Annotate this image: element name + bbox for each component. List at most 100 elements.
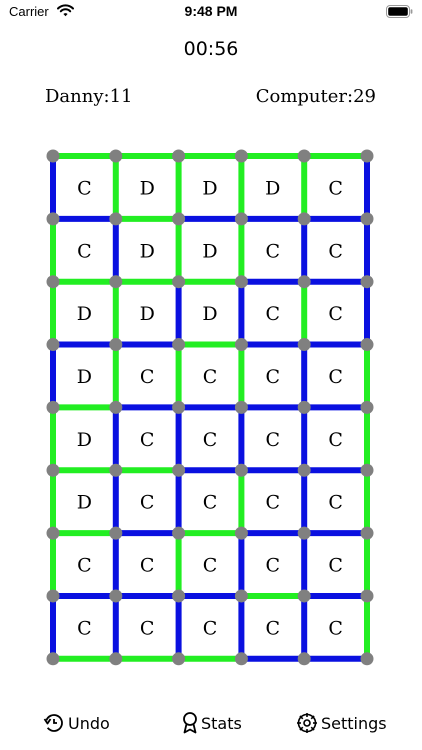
grid-dot <box>360 652 374 666</box>
box-owner-4-1: C <box>140 429 155 451</box>
grid-dot <box>360 589 374 603</box>
box-owner-6-0: C <box>77 555 92 577</box>
box-owner-5-2: C <box>203 492 218 514</box>
grid-dot <box>360 212 374 226</box>
box-owner-1-1: D <box>140 240 155 262</box>
grid-dot <box>234 400 248 414</box>
grid-dot <box>234 652 248 666</box>
grid-dot <box>172 400 186 414</box>
grid-dot <box>360 463 374 477</box>
box-owner-5-0: D <box>77 492 92 514</box>
box-owner-2-4: C <box>328 303 343 325</box>
grid-dot <box>109 149 123 163</box>
box-owner-5-1: C <box>140 492 155 514</box>
box-owner-6-1: C <box>140 555 155 577</box>
box-owner-2-2: D <box>202 303 217 325</box>
grid-dot <box>46 526 60 540</box>
box-owner-4-3: C <box>266 429 281 451</box>
grid-dot <box>234 149 248 163</box>
box-owner-3-0: D <box>77 366 92 388</box>
box-owner-0-3: D <box>265 177 280 199</box>
grid-dot <box>297 463 311 477</box>
box-owner-5-3: C <box>266 492 281 514</box>
box-owner-6-4: C <box>328 555 343 577</box>
grid-dot <box>360 338 374 352</box>
box-owner-6-2: C <box>203 555 218 577</box>
stats-button[interactable]: Stats <box>182 709 242 737</box>
grid-dot <box>172 275 186 289</box>
grid-dot <box>234 589 248 603</box>
grid-dot <box>234 212 248 226</box>
grid-dot <box>360 400 374 414</box>
grid-dot <box>234 338 248 352</box>
grid-dot <box>297 212 311 226</box>
box-owner-3-2: C <box>203 366 218 388</box>
box-owner-5-4: C <box>328 492 343 514</box>
grid-dot <box>360 149 374 163</box>
box-owner-0-0: C <box>77 177 92 199</box>
settings-button[interactable]: Settings <box>296 709 387 737</box>
grid-dot <box>46 212 60 226</box>
grid-dot <box>109 463 123 477</box>
box-owner-7-4: C <box>328 617 343 639</box>
game-board[interactable]: C D D D C C D D C C D D D C C D C C C C D C C C C D C C C C C C C C C C C C C C <box>0 0 422 750</box>
box-owner-3-3: C <box>266 366 281 388</box>
grid-dot <box>46 463 60 477</box>
grid-dot <box>297 149 311 163</box>
box-owner-1-4: C <box>328 240 343 262</box>
grid-dot <box>109 212 123 226</box>
box-owner-4-2: C <box>203 429 218 451</box>
box-owner-7-2: C <box>203 617 218 639</box>
grid-dot <box>297 275 311 289</box>
grid-dot <box>172 212 186 226</box>
grid-dot <box>234 463 248 477</box>
grid-dot <box>360 526 374 540</box>
box-owner-0-4: C <box>328 177 343 199</box>
box-owner-7-3: C <box>266 617 281 639</box>
gear-icon <box>297 713 317 733</box>
grid-dot <box>46 589 60 603</box>
undo-icon <box>43 714 63 732</box>
grid-dot <box>109 589 123 603</box>
grid-dot <box>172 149 186 163</box>
grid-dot <box>109 275 123 289</box>
box-owner-3-1: C <box>140 366 155 388</box>
box-owner-1-3: C <box>266 240 281 262</box>
grid-dot <box>234 275 248 289</box>
grid-dot <box>46 275 60 289</box>
box-owner-4-4: C <box>328 429 343 451</box>
grid-dot <box>297 526 311 540</box>
undo-button[interactable]: Undo <box>43 709 110 737</box>
award-icon <box>183 712 197 734</box>
grid-dot <box>46 652 60 666</box>
settings-label: Settings <box>321 713 387 733</box>
box-owner-2-3: C <box>266 303 281 325</box>
grid-dot <box>172 463 186 477</box>
grid-dot <box>46 149 60 163</box>
grid-dot <box>297 400 311 414</box>
box-owner-7-0: C <box>77 617 92 639</box>
grid-dot <box>109 526 123 540</box>
box-owner-3-4: C <box>328 366 343 388</box>
grid-dot <box>297 338 311 352</box>
box-owner-7-1: C <box>140 617 155 639</box>
grid-dot <box>46 400 60 414</box>
box-owner-0-2: D <box>202 177 217 199</box>
grid-dot <box>234 526 248 540</box>
box-owner-2-1: D <box>140 303 155 325</box>
grid-dot <box>109 400 123 414</box>
grid-dot <box>109 338 123 352</box>
stats-label: Stats <box>201 713 242 733</box>
box-owner-4-0: D <box>77 429 92 451</box>
grid-dot <box>172 589 186 603</box>
grid-dot <box>109 652 123 666</box>
undo-label: Undo <box>68 713 110 733</box>
box-owner-6-3: C <box>266 555 281 577</box>
box-owner-2-0: D <box>77 303 92 325</box>
grid-dot <box>172 338 186 352</box>
box-owner-1-0: C <box>77 240 92 262</box>
grid-dot <box>297 652 311 666</box>
grid-dot <box>360 275 374 289</box>
grid-dot <box>172 526 186 540</box>
box-owner-1-2: D <box>202 240 217 262</box>
